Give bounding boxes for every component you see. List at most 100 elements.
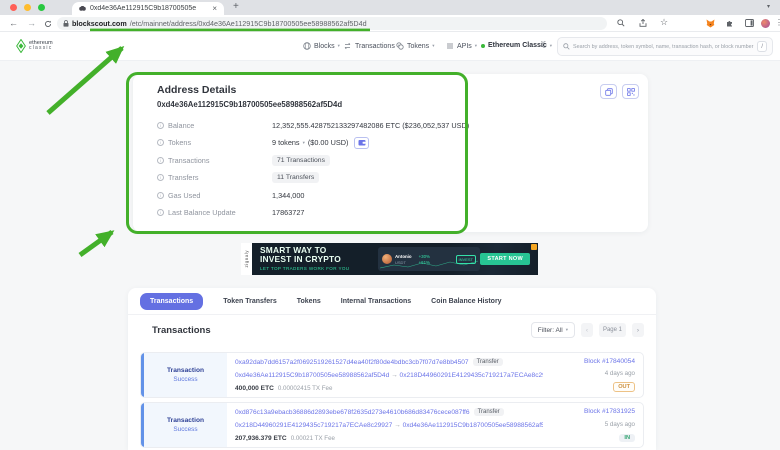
- tab-transactions[interactable]: Transactions: [140, 293, 203, 310]
- reload-icon[interactable]: [44, 20, 52, 28]
- ad-headline-line2: INVEST IN CRYPTO: [260, 255, 349, 264]
- page-prev-button[interactable]: ‹: [581, 323, 593, 337]
- last-balance-update-value: 17863727: [272, 208, 304, 217]
- ad-subline: LET TOP TRADERS WORK FOR YOU: [260, 266, 349, 271]
- from-address-link[interactable]: 0x218D44960291E4129435c719217a7ECAe8c299…: [235, 422, 392, 429]
- ad-sparkline: [378, 260, 480, 270]
- tab-internal-transactions[interactable]: Internal Transactions: [341, 298, 411, 305]
- chevron-down-icon: ▾: [432, 43, 434, 49]
- etc-logo[interactable]: ethereum classic: [16, 39, 53, 53]
- search-shortcut-key: /: [757, 41, 767, 52]
- back-icon[interactable]: ←: [9, 18, 18, 29]
- side-panel-icon[interactable]: [745, 19, 754, 27]
- forward-icon[interactable]: →: [27, 18, 36, 29]
- transactions-count-badge[interactable]: 71 Transactions: [272, 155, 330, 166]
- transactions-icon: [344, 42, 352, 50]
- chevron-down-icon: ▾: [303, 140, 305, 146]
- from-address-link[interactable]: 0xd4e36Ae112915C9b18700505ee58988562af5D…: [235, 372, 389, 379]
- apis-icon: [446, 42, 454, 50]
- nav-transactions[interactable]: Transactions ▾: [344, 42, 400, 50]
- new-tab-button[interactable]: +: [233, 1, 239, 12]
- url-domain: blockscout.com: [72, 19, 127, 28]
- ad-cta-button[interactable]: START NOW: [480, 253, 530, 265]
- tab-token-transfers[interactable]: Token Transfers: [223, 298, 277, 305]
- site-search[interactable]: /: [557, 37, 773, 56]
- status-badge: Success: [173, 376, 197, 383]
- to-address-link[interactable]: 0xd4e36Ae112915C9b18700505ee58988562af5D…: [403, 422, 543, 429]
- nav-blocks[interactable]: Blocks ▾: [303, 42, 340, 50]
- banner-ad[interactable]: zignaly SMART WAY TO INVEST IN CRYPTO LE…: [241, 243, 538, 275]
- nav-apis[interactable]: APIs ▾: [446, 42, 477, 50]
- blockscout-favicon: [79, 5, 86, 12]
- transaction-row[interactable]: Transaction Success 0xd876c13a9ebacb3688…: [140, 402, 644, 448]
- address-hash: 0xd4e36Ae112915C9b18700505ee58988562af5D…: [157, 100, 342, 109]
- tab-close-icon[interactable]: ×: [212, 5, 217, 13]
- chevron-down-icon: ▾: [550, 43, 552, 49]
- gas-used-row: i Gas Used 1,344,000: [157, 190, 628, 201]
- search-input[interactable]: [573, 44, 754, 50]
- transactions-row: i Transactions 71 Transactions: [157, 155, 628, 166]
- tab-coin-balance-history[interactable]: Coin Balance History: [431, 298, 501, 305]
- ad-choices-icon[interactable]: [531, 244, 537, 250]
- block-link[interactable]: Block #17840054: [584, 358, 635, 365]
- arrow-right-icon: →: [391, 372, 398, 379]
- window-close-button[interactable]: [10, 4, 17, 11]
- filter-button[interactable]: Filter: All ▾: [531, 322, 575, 338]
- tokens-icon: [396, 42, 404, 50]
- chevron-down-icon: ▾: [338, 43, 340, 49]
- url-path: /etc/mainnet/address/0xd4e36Ae112915C9b1…: [130, 19, 367, 28]
- transactions-card: Transactions Token Transfers Tokens Inte…: [128, 288, 656, 450]
- wallet-button[interactable]: [354, 137, 369, 149]
- qr-code-icon: [627, 88, 635, 96]
- transaction-hash-link[interactable]: 0xa92dab7dd6157a2f0692519261527d4ea40f2f…: [235, 359, 469, 366]
- dark-mode-toggle-icon[interactable]: ☾: [541, 40, 549, 51]
- qr-code-button[interactable]: [622, 84, 639, 99]
- extensions-puzzle-icon[interactable]: [726, 19, 734, 27]
- address-bar[interactable]: blockscout.com/etc/mainnet/address/0xd4e…: [57, 17, 607, 30]
- tokens-dropdown[interactable]: 9 tokens: [272, 138, 300, 147]
- transaction-hash-link[interactable]: 0xd876c13a9ebacb36886d2893ebe678f2635d27…: [235, 409, 470, 416]
- ad-trader-stat: +30%: [419, 254, 430, 259]
- block-link[interactable]: Block #17831925: [584, 408, 635, 415]
- window-zoom-button[interactable]: [38, 4, 45, 11]
- browser-tab[interactable]: 0xd4e36Ae112915C9b18700505e ×: [72, 2, 224, 15]
- bookmark-star-icon[interactable]: ☆: [660, 17, 668, 28]
- transaction-amount: 207,936.379 ETC: [235, 435, 287, 442]
- info-icon: i: [157, 174, 164, 181]
- balance-row: i Balance 12,352,555.428752133297482086 …: [157, 120, 628, 131]
- copy-address-button[interactable]: [600, 84, 617, 99]
- info-icon: i: [157, 122, 164, 129]
- info-icon: i: [157, 209, 164, 216]
- chevron-down-icon: ▾: [475, 43, 477, 49]
- page-title: Address Details: [157, 84, 236, 96]
- tab-tokens[interactable]: Tokens: [297, 298, 321, 305]
- profile-avatar[interactable]: [761, 19, 770, 28]
- copy-icon: [605, 88, 613, 96]
- window-minimize-button[interactable]: [24, 4, 31, 11]
- to-address-link[interactable]: 0x218D44960291E4129435c719217a7ECAe8c299…: [400, 372, 543, 379]
- browser-menu-icon[interactable]: ⋮: [775, 18, 780, 27]
- share-icon[interactable]: [639, 19, 647, 27]
- transaction-fee: 0.00021 TX Fee: [291, 435, 335, 442]
- nav-tokens[interactable]: Tokens ▾: [396, 42, 434, 50]
- site-header: ethereum classic Blocks ▾ Transactions ▾: [0, 32, 780, 61]
- tab-search-chevron-icon[interactable]: ▾: [767, 3, 770, 10]
- search-icon[interactable]: [617, 19, 625, 27]
- transaction-kind-badge: Transfer: [473, 358, 503, 366]
- blocks-icon: [303, 42, 311, 50]
- info-icon: i: [157, 157, 164, 164]
- info-icon: i: [157, 139, 164, 146]
- ad-trader-card: Antonio USDT +30% +61% INVEST: [378, 247, 480, 271]
- info-icon: i: [157, 192, 164, 199]
- page-next-button[interactable]: ›: [632, 323, 644, 337]
- direction-badge: IN: [619, 434, 635, 442]
- transaction-row[interactable]: Transaction Success 0xa92dab7dd6157a2f06…: [140, 352, 644, 398]
- tab-bar: Transactions Token Transfers Tokens Inte…: [128, 288, 656, 315]
- transfers-row: i Transfers 11 Transfers: [157, 172, 628, 183]
- metamask-extension-icon[interactable]: [706, 19, 715, 28]
- browser-toolbar: ← → blockscout.com/etc/mainnet/address/0…: [0, 15, 780, 32]
- wallet-icon: [358, 139, 366, 146]
- transaction-age: 5 days ago: [605, 421, 635, 428]
- transfers-count-badge[interactable]: 11 Transfers: [272, 172, 319, 183]
- transaction-amount: 400,000 ETC: [235, 385, 274, 392]
